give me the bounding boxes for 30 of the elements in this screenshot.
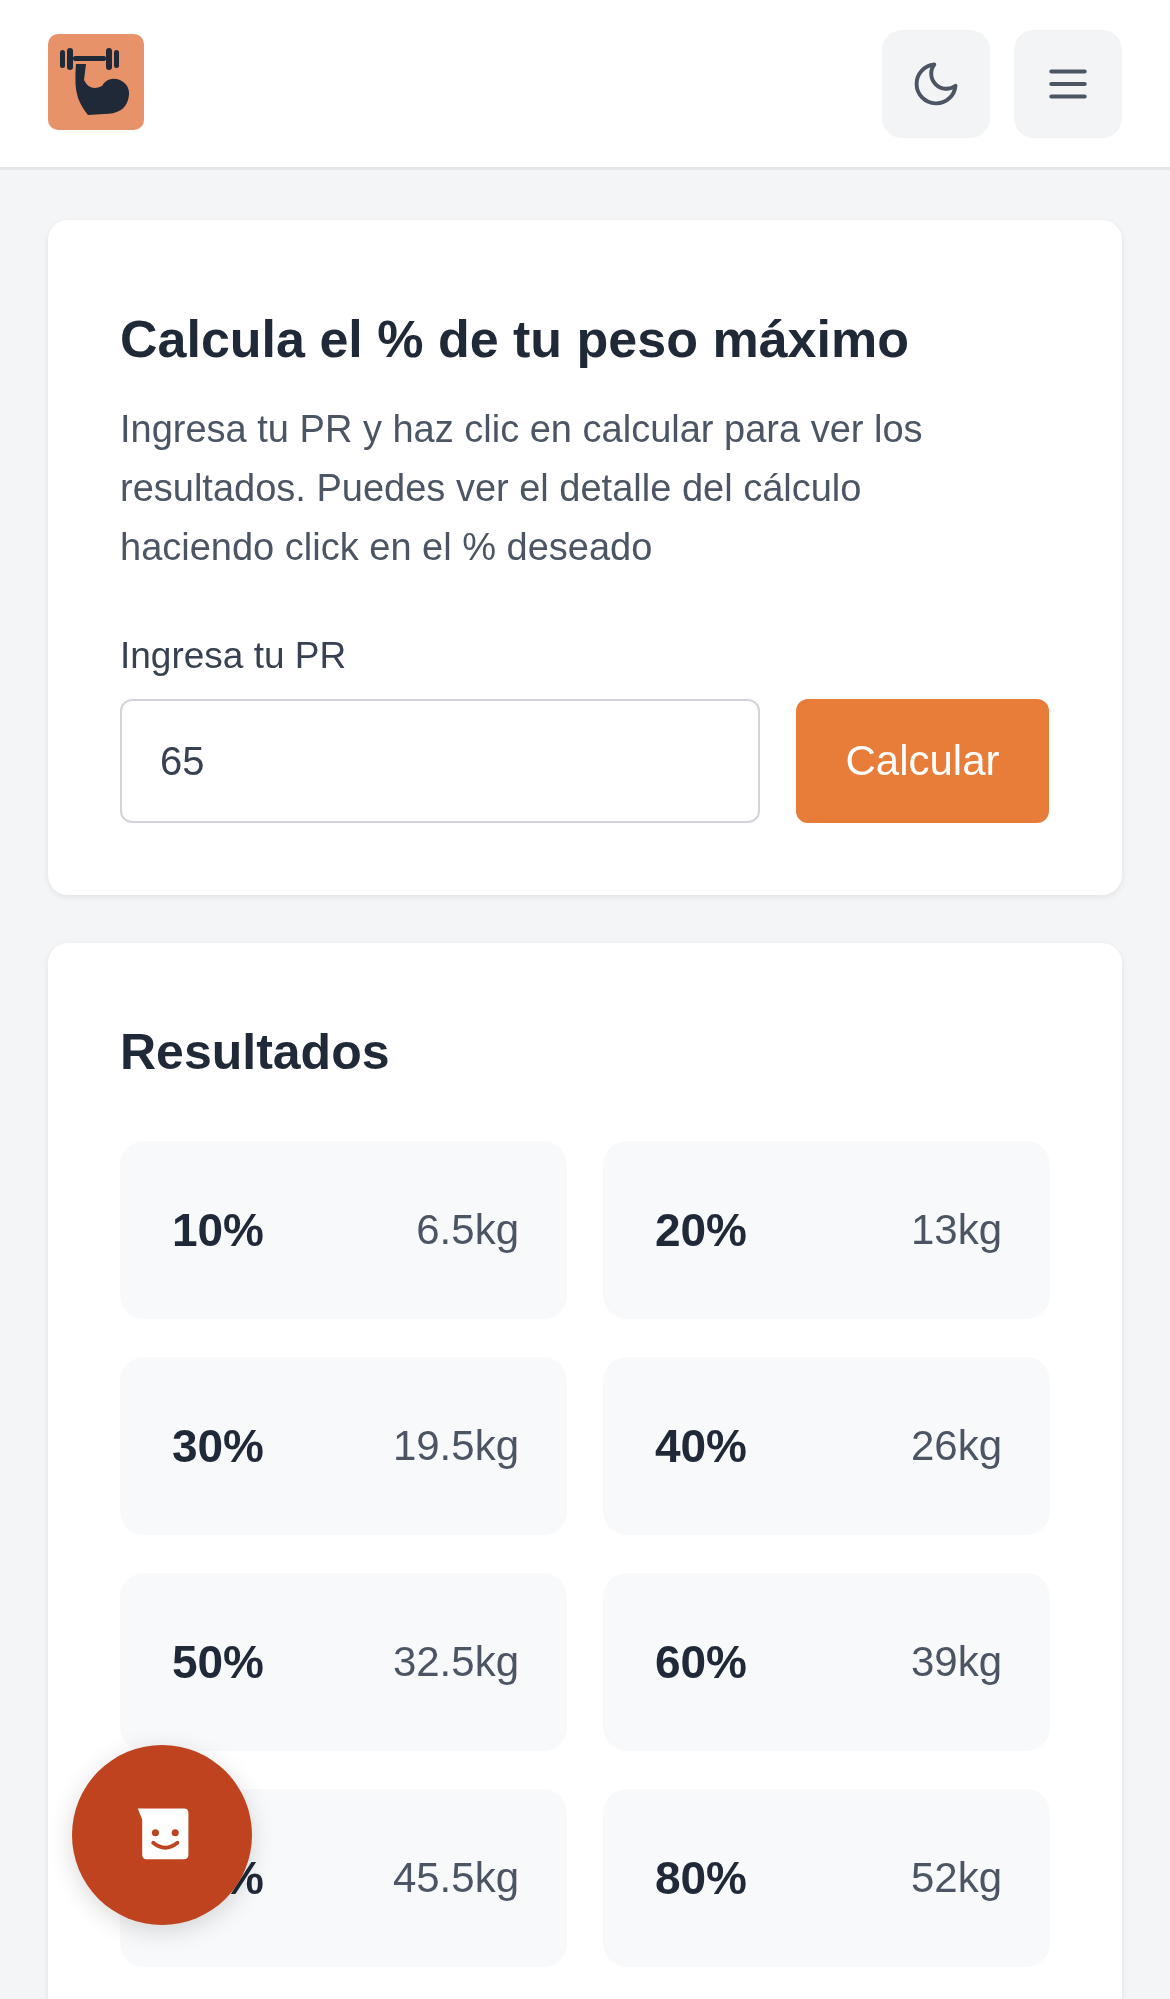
dark-mode-button[interactable] bbox=[882, 29, 990, 138]
percent-label: 30% bbox=[171, 1420, 264, 1473]
weight-value: 32.5kg bbox=[392, 1638, 519, 1687]
result-tile[interactable]: 80% 52kg bbox=[603, 1789, 1050, 1968]
percent-label: 20% bbox=[654, 1204, 747, 1257]
percent-label: 50% bbox=[171, 1636, 264, 1689]
weight-value: 52kg bbox=[910, 1854, 1002, 1903]
weight-value: 19.5kg bbox=[392, 1422, 519, 1471]
percent-label: 60% bbox=[654, 1636, 747, 1689]
weight-value: 26kg bbox=[910, 1422, 1002, 1471]
result-tile[interactable]: 10% 6.5kg bbox=[120, 1141, 567, 1320]
result-tile[interactable]: 60% 39kg bbox=[603, 1573, 1050, 1752]
weight-value: 39kg bbox=[910, 1638, 1002, 1687]
input-label: Ingresa tu PR bbox=[120, 635, 348, 678]
result-tile[interactable]: 30% 19.5kg bbox=[120, 1357, 567, 1536]
percent-label: 40% bbox=[654, 1420, 747, 1473]
weight-value: 13kg bbox=[910, 1206, 1002, 1255]
result-tile[interactable]: 40% 26kg bbox=[603, 1357, 1050, 1536]
logo-icon[interactable] bbox=[48, 33, 144, 130]
percent-label: 10% bbox=[171, 1204, 264, 1257]
result-tile[interactable]: 50% 32.5kg bbox=[120, 1573, 567, 1752]
card-title: Calcula el % de tu peso máximo bbox=[120, 309, 910, 370]
weight-value: 6.5kg bbox=[416, 1206, 519, 1255]
percent-label: 80% bbox=[654, 1852, 747, 1905]
result-tile[interactable]: 20% 13kg bbox=[603, 1141, 1050, 1320]
menu-button[interactable] bbox=[1014, 29, 1122, 138]
description-text: Ingresa tu PR y haz clic en calcular para ver los resultados. Puedes ver el detalle del cálculo haciendo click en el % deseado bbox=[120, 407, 924, 571]
pr-input-field[interactable]: 65 bbox=[120, 699, 760, 824]
results-title: Resultados bbox=[120, 1023, 391, 1082]
weight-value: 45.5kg bbox=[392, 1854, 519, 1903]
